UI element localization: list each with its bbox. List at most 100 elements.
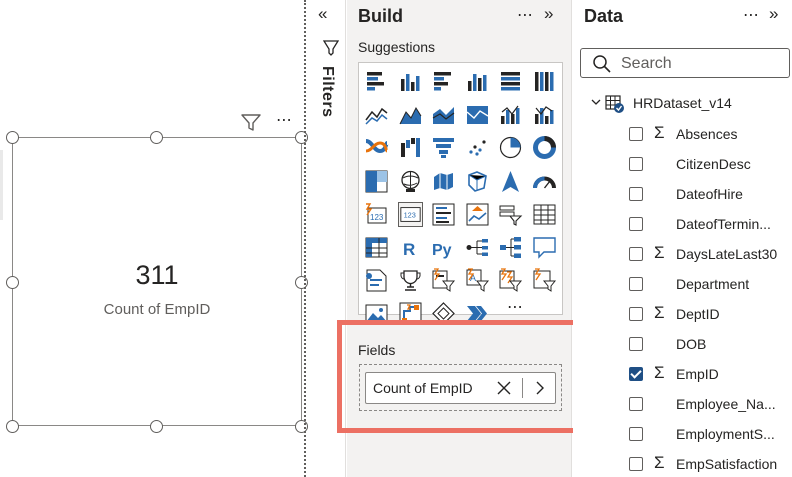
funnel-chart-icon[interactable] bbox=[431, 135, 456, 160]
fields-label: Fields bbox=[358, 342, 396, 358]
paginated-report-icon[interactable] bbox=[431, 268, 456, 293]
qa-icon[interactable] bbox=[532, 235, 557, 260]
field-checkbox[interactable] bbox=[629, 307, 643, 321]
stacked-column-chart-icon[interactable] bbox=[398, 69, 423, 94]
resize-handle-top-left[interactable] bbox=[6, 131, 19, 144]
field-checkbox[interactable] bbox=[629, 187, 643, 201]
more-visuals-button[interactable]: ⋯ bbox=[507, 297, 524, 317]
scatter-chart-icon[interactable] bbox=[465, 135, 490, 160]
filled-map-icon[interactable] bbox=[431, 169, 456, 194]
field-checkbox[interactable] bbox=[629, 247, 643, 261]
metrics-icon[interactable] bbox=[398, 268, 423, 293]
key-influencers-icon[interactable] bbox=[465, 235, 490, 260]
card-new-icon[interactable]: 123 bbox=[364, 202, 389, 227]
decomposition-tree-icon[interactable] bbox=[498, 235, 523, 260]
resize-handle-top-middle[interactable] bbox=[150, 131, 163, 144]
field-checkbox-checked[interactable] bbox=[629, 367, 643, 381]
resize-handle-middle-right[interactable] bbox=[295, 276, 308, 289]
field-checkbox[interactable] bbox=[629, 457, 643, 471]
field-checkbox[interactable] bbox=[629, 337, 643, 351]
search-input[interactable]: Search bbox=[580, 48, 790, 78]
field-item[interactable]: Employee_Na... bbox=[628, 393, 792, 415]
chevron-right-icon[interactable] bbox=[532, 379, 548, 397]
card-icon[interactable]: 123 bbox=[397, 201, 423, 227]
azure-map-visual-icon[interactable] bbox=[532, 268, 557, 293]
field-item[interactable]: Σ EmpSatisfaction bbox=[628, 453, 792, 475]
field-item[interactable]: Department bbox=[628, 273, 792, 295]
field-pill[interactable]: Count of EmpID bbox=[365, 372, 556, 404]
data-more-options-button[interactable]: ⋯ bbox=[743, 5, 760, 25]
multi-row-card-icon[interactable] bbox=[431, 202, 456, 227]
100-stacked-area-chart-icon[interactable] bbox=[465, 102, 490, 127]
line-and-column-chart-icon[interactable] bbox=[498, 102, 523, 127]
field-pill-label: Count of EmpID bbox=[373, 380, 473, 396]
field-item[interactable]: DateofTermin... bbox=[628, 213, 792, 235]
field-checkbox[interactable] bbox=[629, 427, 643, 441]
resize-handle-bottom-right[interactable] bbox=[295, 420, 308, 433]
treemap-icon[interactable] bbox=[364, 169, 389, 194]
clustered-column-chart-icon[interactable] bbox=[465, 69, 490, 94]
field-item[interactable]: EmploymentS... bbox=[628, 423, 792, 445]
resize-handle-bottom-left[interactable] bbox=[6, 420, 19, 433]
table-icon[interactable] bbox=[532, 202, 557, 227]
waterfall-chart-icon[interactable] bbox=[398, 135, 423, 160]
field-name: DateofTermin... bbox=[676, 216, 771, 232]
remove-field-icon[interactable] bbox=[495, 379, 513, 397]
visual-filter-icon[interactable] bbox=[241, 114, 261, 132]
collapse-panes-button[interactable]: « bbox=[318, 4, 327, 24]
100-stacked-column-chart-icon[interactable] bbox=[532, 69, 557, 94]
resize-handle-middle-left[interactable] bbox=[6, 276, 19, 289]
build-more-options-button[interactable]: ⋯ bbox=[517, 5, 534, 25]
data-collapse-button[interactable]: » bbox=[769, 4, 778, 24]
kpi-icon[interactable] bbox=[465, 202, 490, 227]
100-stacked-bar-chart-icon[interactable] bbox=[498, 69, 523, 94]
field-checkbox[interactable] bbox=[629, 397, 643, 411]
donut-chart-icon[interactable] bbox=[532, 135, 557, 160]
field-item[interactable]: Σ DeptID bbox=[628, 303, 792, 325]
ribbon-chart-icon[interactable] bbox=[364, 135, 389, 160]
power-apps-icon[interactable]: A bbox=[465, 268, 490, 293]
stacked-bar-chart-icon[interactable] bbox=[364, 69, 389, 94]
field-checkbox[interactable] bbox=[629, 157, 643, 171]
fields-well[interactable]: Count of EmpID bbox=[359, 364, 562, 411]
svg-text:123: 123 bbox=[403, 211, 415, 220]
build-collapse-button[interactable]: » bbox=[544, 4, 553, 24]
field-name: EmpID bbox=[676, 366, 719, 382]
field-item[interactable]: DOB bbox=[628, 333, 792, 355]
shape-map-icon[interactable] bbox=[465, 169, 490, 194]
area-chart-icon[interactable] bbox=[398, 102, 423, 127]
field-item[interactable]: Σ EmpID bbox=[628, 363, 792, 385]
map-icon[interactable] bbox=[398, 169, 423, 194]
matrix-icon[interactable] bbox=[364, 235, 389, 260]
report-canvas[interactable]: ⋯ 311 Count of EmpID bbox=[0, 0, 308, 477]
resize-handle-top-right[interactable] bbox=[295, 131, 308, 144]
field-item[interactable]: Σ DaysLateLast30 bbox=[628, 243, 792, 265]
slicer-icon[interactable] bbox=[498, 202, 523, 227]
table-node[interactable]: HRDataset_v14 bbox=[590, 93, 790, 115]
field-checkbox[interactable] bbox=[629, 127, 643, 141]
card-label: Count of EmpID bbox=[103, 301, 211, 318]
field-item[interactable]: Σ Absences bbox=[628, 123, 792, 145]
stacked-area-chart-icon[interactable] bbox=[431, 102, 456, 127]
field-name: CitizenDesc bbox=[676, 156, 751, 172]
line-chart-icon[interactable] bbox=[364, 102, 389, 127]
filters-label[interactable]: Filters bbox=[318, 66, 336, 118]
card-visual[interactable]: 311 Count of EmpID bbox=[12, 137, 302, 426]
line-and-clustered-column-chart-icon[interactable] bbox=[532, 102, 557, 127]
field-item[interactable]: CitizenDesc bbox=[628, 153, 792, 175]
chevron-down-icon[interactable] bbox=[590, 96, 602, 108]
suggestions-label: Suggestions bbox=[358, 39, 436, 55]
narrative-icon[interactable] bbox=[364, 268, 389, 293]
r-visual-icon[interactable]: R bbox=[398, 235, 423, 260]
visual-more-options-button[interactable]: ⋯ bbox=[276, 110, 293, 130]
azure-map-icon[interactable] bbox=[498, 169, 523, 194]
resize-handle-bottom-middle[interactable] bbox=[150, 420, 163, 433]
field-item[interactable]: DateofHire bbox=[628, 183, 792, 205]
gauge-icon[interactable] bbox=[532, 169, 557, 194]
clustered-bar-chart-icon[interactable] bbox=[431, 69, 456, 94]
python-visual-icon[interactable]: Py bbox=[431, 235, 456, 260]
power-automate-icon[interactable] bbox=[498, 268, 523, 293]
field-checkbox[interactable] bbox=[629, 217, 643, 231]
field-checkbox[interactable] bbox=[629, 277, 643, 291]
pie-chart-icon[interactable] bbox=[498, 135, 523, 160]
